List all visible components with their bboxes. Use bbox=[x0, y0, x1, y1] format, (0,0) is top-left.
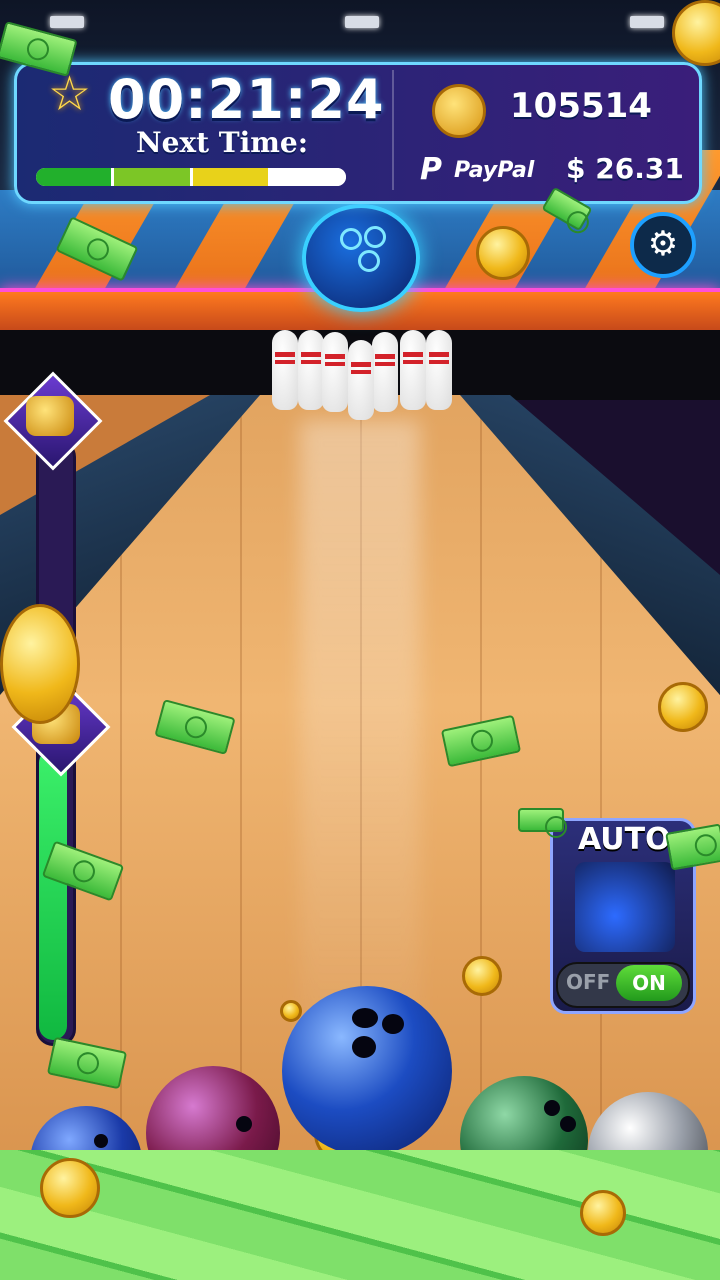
auto-bowling-art bbox=[575, 862, 675, 952]
paypal-icon: P bbox=[420, 152, 442, 187]
coin-count: 105514 bbox=[510, 86, 652, 126]
star-icon: ☆ bbox=[48, 66, 92, 122]
bowling-pin bbox=[400, 330, 426, 410]
progress-segment bbox=[192, 168, 268, 186]
progress-segment bbox=[114, 168, 190, 186]
progress-segment bbox=[36, 168, 112, 186]
coin-stack-icon bbox=[26, 396, 74, 436]
coin-icon bbox=[40, 1158, 100, 1218]
time-progress-bar bbox=[36, 168, 346, 186]
coin-icon bbox=[462, 956, 502, 996]
reward-meter-fill bbox=[39, 749, 67, 1040]
ceiling-light bbox=[345, 16, 379, 28]
coin-icon bbox=[0, 604, 80, 724]
bowling-pin bbox=[348, 340, 374, 420]
coin-icon bbox=[658, 682, 708, 732]
bowling-pin bbox=[298, 330, 324, 410]
auto-label: AUTO bbox=[578, 822, 671, 857]
bowling-pin bbox=[426, 330, 452, 410]
ceiling-light bbox=[630, 16, 664, 28]
bowling-pin bbox=[322, 332, 348, 412]
coin-icon bbox=[432, 84, 486, 138]
toggle-off-label[interactable]: OFF bbox=[566, 970, 610, 994]
cash-bill-icon bbox=[518, 808, 567, 838]
ceiling-light bbox=[50, 16, 84, 28]
blue-bowling-ball[interactable] bbox=[282, 986, 452, 1156]
settings-button[interactable]: ⚙ bbox=[630, 212, 696, 278]
coin-icon bbox=[580, 1190, 626, 1236]
hud-divider bbox=[392, 70, 394, 190]
paypal-label: PayPal bbox=[454, 158, 535, 183]
coin-icon bbox=[476, 226, 530, 280]
bowling-pin bbox=[272, 330, 298, 410]
gear-icon: ⚙ bbox=[647, 224, 679, 264]
next-time-label: Next Time: bbox=[136, 126, 309, 159]
toggle-on-label[interactable]: ON bbox=[616, 965, 682, 1001]
neon-bowling-ball-sign bbox=[302, 204, 420, 312]
bowling-pin bbox=[372, 332, 398, 412]
cash-balance[interactable]: $ 26.31 bbox=[566, 152, 684, 185]
countdown-timer: 00:21:24 bbox=[108, 68, 385, 131]
progress-segment bbox=[270, 168, 346, 186]
